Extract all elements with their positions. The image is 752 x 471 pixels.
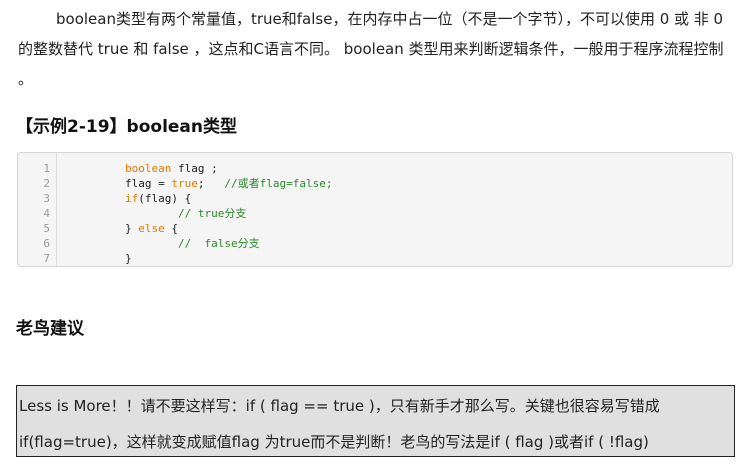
keyword: if	[125, 192, 139, 205]
code-text: flag =	[125, 177, 172, 190]
keyword: true	[171, 177, 198, 190]
code-line-4: // true分支	[125, 206, 332, 221]
code-lines: boolean flag ; flag = true; //或者flag=fals…	[125, 161, 332, 266]
advice-note-box: Less is More！！请不要这样写：if ( flag == true )…	[16, 385, 735, 457]
line-number-gutter: 1 2 3 4 5 6 7	[18, 161, 50, 266]
keyword: else	[138, 222, 165, 235]
keyword: boolean	[125, 162, 172, 175]
code-text: ;	[197, 177, 225, 190]
line-number: 6	[43, 237, 50, 250]
line-number: 4	[43, 207, 50, 220]
gutter-separator	[56, 153, 57, 266]
code-line-5: } else {	[125, 221, 332, 236]
code-comment: // true分支	[177, 207, 247, 220]
code-text: }	[125, 222, 139, 235]
line-number: 5	[43, 222, 50, 235]
code-line-3: if(flag) {	[125, 191, 332, 206]
advice-line-1: Less is More！！请不要这样写：if ( flag == true )…	[19, 397, 660, 415]
code-line-1: boolean flag ;	[125, 161, 332, 176]
code-line-6: // false分支	[125, 236, 332, 251]
code-text: flag ;	[171, 162, 218, 175]
line-number: 1	[43, 162, 50, 175]
code-comment: //或者flag=false;	[224, 177, 333, 190]
advice-line-2: if(flag=true)，这样就变成赋值flag 为true而不是判断！老鸟的…	[19, 433, 649, 451]
code-text: {	[164, 222, 178, 235]
code-block: 1 2 3 4 5 6 7 boolean flag ; flag = true;…	[17, 152, 733, 267]
code-line-7: }	[125, 251, 332, 266]
code-line-2: flag = true; //或者flag=false;	[125, 176, 332, 191]
advice-title: 老鸟建议	[16, 319, 84, 339]
intro-paragraph: boolean类型有两个常量值，true和false，在内存中占一位（不是一个字…	[18, 10, 724, 88]
code-text: }	[125, 252, 132, 265]
example-title: 【示例2-19】boolean类型	[16, 117, 237, 137]
line-number: 3	[43, 192, 50, 205]
line-number: 7	[43, 252, 50, 265]
code-text: (flag) {	[138, 192, 192, 205]
code-comment: // false分支	[177, 237, 260, 250]
line-number: 2	[43, 177, 50, 190]
